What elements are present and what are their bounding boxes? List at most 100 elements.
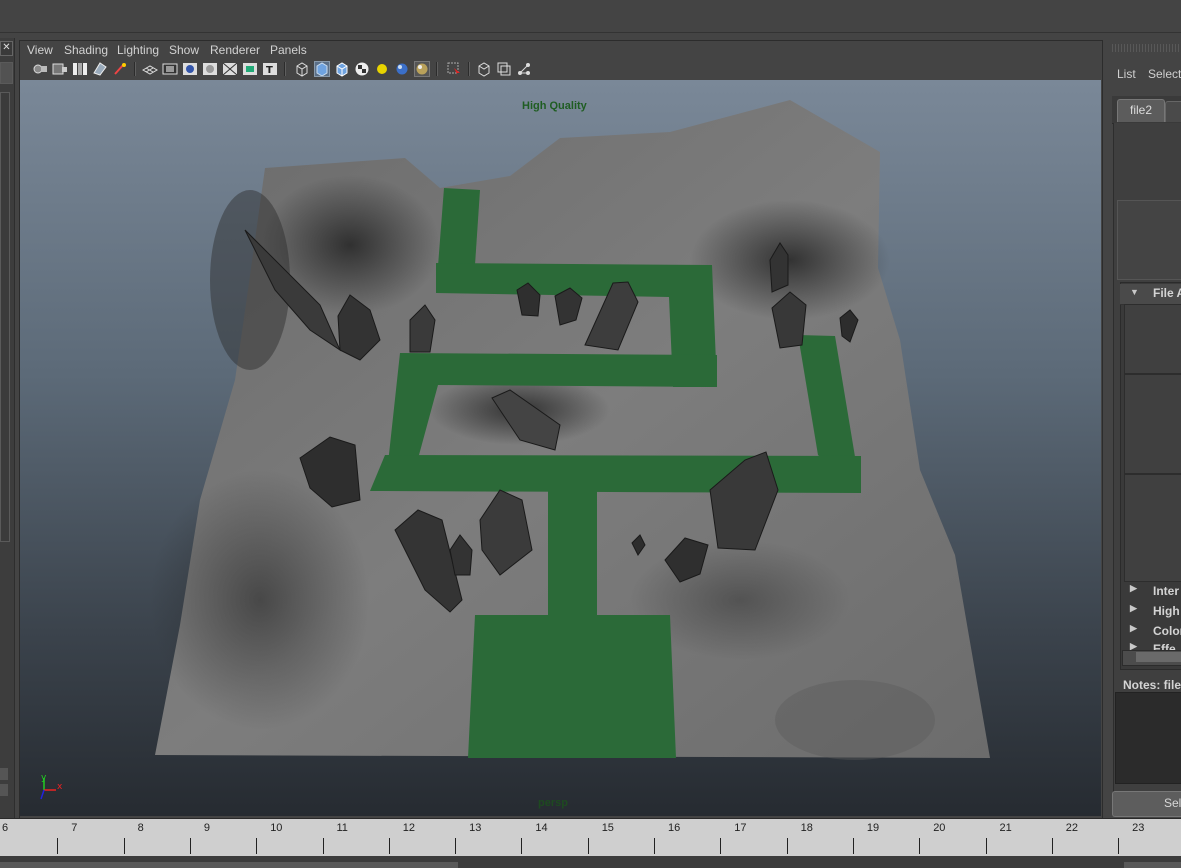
- scroll-up-button[interactable]: [0, 768, 8, 780]
- expand-right-icon: ▶: [1130, 641, 1137, 650]
- timeline-tick-label: 8: [137, 822, 144, 834]
- scroll-down-button[interactable]: [0, 784, 8, 796]
- wireframe-on-shaded-icon[interactable]: [334, 61, 350, 77]
- timeline-tick: [720, 838, 722, 854]
- timeline-tick-label: 14: [535, 822, 548, 834]
- texture-swatch: [1117, 200, 1181, 280]
- xray-active-components-icon[interactable]: [496, 61, 512, 77]
- safe-title-icon[interactable]: T: [262, 61, 278, 77]
- notes-textarea[interactable]: [1115, 692, 1181, 784]
- section-file-attributes[interactable]: ▼ File A: [1120, 284, 1181, 305]
- timeline-tick: [57, 838, 59, 854]
- use-all-lights-icon[interactable]: [374, 61, 390, 77]
- section-effects[interactable]: ▶ Effe: [1120, 640, 1181, 650]
- timeline-tick: [786, 838, 788, 854]
- scrollbar-thumb[interactable]: [1136, 652, 1181, 662]
- panel-grip[interactable]: [1112, 44, 1181, 52]
- wireframe-icon[interactable]: [294, 61, 310, 77]
- isolate-select-icon[interactable]: [446, 61, 462, 77]
- timeline-tick: [455, 838, 457, 854]
- toolbar-separator: [468, 62, 470, 76]
- axis-y-label: y: [41, 773, 47, 783]
- close-icon[interactable]: ✕: [0, 41, 13, 56]
- menu-renderer[interactable]: Renderer: [210, 43, 260, 57]
- range-slider-end[interactable]: [1124, 862, 1181, 868]
- bookmarks-icon[interactable]: [72, 61, 88, 77]
- timeline-tick-label: 12: [402, 822, 416, 834]
- timeline-tick: [256, 838, 258, 854]
- menu-panels[interactable]: Panels: [270, 43, 307, 57]
- timeline-tick-label: 9: [203, 822, 211, 834]
- timeline-tick: [322, 838, 324, 854]
- timeline-tick-label: 16: [668, 822, 681, 834]
- viewport-3d[interactable]: [20, 80, 1101, 816]
- grid-icon[interactable]: [141, 61, 159, 77]
- timeline-tick-label: 13: [469, 822, 482, 834]
- gate-mask-icon[interactable]: [202, 61, 218, 77]
- range-slider-bar[interactable]: [0, 862, 458, 868]
- expand-right-icon: ▶: [1130, 583, 1137, 593]
- timeline-tick-label: 23: [1132, 822, 1145, 834]
- section-interactive[interactable]: ▶ Inter: [1120, 582, 1181, 600]
- axis-x-label: x: [57, 782, 63, 792]
- left-strip-button[interactable]: [0, 62, 13, 84]
- expand-down-icon: ▼: [1130, 287, 1139, 297]
- ambient-occlusion-icon[interactable]: [414, 61, 430, 77]
- menu-list[interactable]: List: [1117, 67, 1136, 81]
- timeline-tick: [919, 838, 921, 854]
- timeline-tick: [189, 838, 191, 854]
- timeline-tick: [587, 838, 589, 854]
- menu-view[interactable]: View: [27, 43, 53, 57]
- axis-gizmo-icon: y x: [40, 773, 63, 800]
- tab-next[interactable]: [1165, 101, 1181, 122]
- camera-select-icon[interactable]: [32, 61, 48, 77]
- attribute-group: [1124, 474, 1181, 582]
- timeline-tick: [654, 838, 655, 854]
- timeline-tick: [985, 838, 987, 854]
- menu-show[interactable]: Show: [169, 43, 199, 57]
- panel-menu-bar: View Shading Lighting Show Renderer Pane…: [20, 41, 1100, 59]
- timeline-tick-label: 15: [601, 822, 614, 834]
- camera-name-label: persp: [538, 797, 568, 809]
- quality-label: High Quality: [522, 100, 587, 112]
- textured-icon[interactable]: [354, 61, 370, 77]
- smooth-shade-icon[interactable]: [314, 61, 330, 77]
- film-gate-icon[interactable]: [162, 61, 178, 77]
- terrain-scene: [150, 100, 990, 760]
- timeline-tick-label: 20: [933, 822, 946, 834]
- xray-icon[interactable]: [476, 61, 492, 77]
- toolbar-separator: [134, 62, 136, 76]
- menu-selected[interactable]: Selecte: [1148, 67, 1181, 81]
- toolbar-separator: [436, 62, 438, 76]
- timeline-tick: [852, 838, 854, 854]
- section-color[interactable]: ▶ Color: [1120, 622, 1181, 640]
- resolution-gate-icon[interactable]: [182, 61, 198, 77]
- select-button[interactable]: Sele: [1112, 791, 1181, 817]
- left-scrollbar[interactable]: [0, 92, 10, 542]
- xray-joints-icon[interactable]: [516, 61, 532, 77]
- timeline-tick-label: 11: [336, 822, 348, 834]
- tab-file2[interactable]: file2: [1117, 99, 1165, 122]
- shadows-icon[interactable]: [394, 61, 410, 77]
- menu-shading[interactable]: Shading: [64, 43, 108, 57]
- timeline-tick-label: 19: [866, 822, 880, 834]
- notes-label: Notes: file: [1123, 678, 1181, 692]
- timeline-tick: [388, 838, 390, 854]
- field-chart-icon[interactable]: [222, 61, 238, 77]
- attribute-group: [1124, 374, 1181, 474]
- image-plane-icon[interactable]: [92, 61, 108, 77]
- safe-action-icon[interactable]: [242, 61, 258, 77]
- attribute-group: [1124, 304, 1181, 374]
- timeline-tick-label: 17: [734, 822, 747, 834]
- section-high[interactable]: ▶ High: [1120, 602, 1181, 620]
- 2d-pan-zoom-icon[interactable]: [112, 61, 128, 77]
- timeline-tick: [521, 838, 523, 854]
- timeline-tick: [123, 838, 125, 854]
- camera-attributes-icon[interactable]: [52, 61, 68, 77]
- expand-right-icon: ▶: [1130, 623, 1137, 633]
- svg-text:T: T: [266, 65, 273, 76]
- timeline-tick-label: 18: [800, 822, 813, 834]
- menu-lighting[interactable]: Lighting: [117, 43, 159, 57]
- timeline-tick-label: 22: [1065, 822, 1079, 834]
- timeline-tick-label: 10: [270, 822, 283, 834]
